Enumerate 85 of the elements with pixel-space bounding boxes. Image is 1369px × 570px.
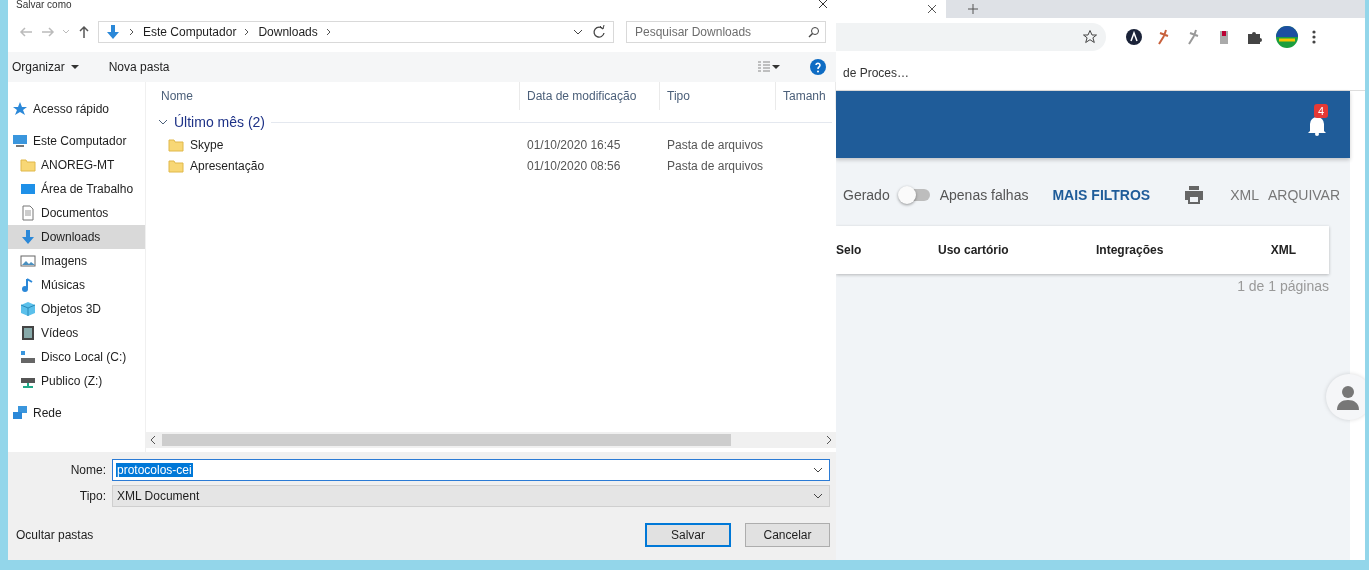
caret-icon (70, 64, 79, 70)
menu-icon (1312, 29, 1316, 45)
caret-icon (772, 64, 780, 70)
caret-icon (62, 28, 70, 36)
sidebar-item[interactable]: Acesso rápido (8, 97, 145, 121)
caret-icon (813, 493, 823, 499)
sidebar-item[interactable]: Este Computador (8, 129, 145, 153)
sidebar-item[interactable]: Documentos (8, 201, 145, 225)
sidebar-item[interactable]: Músicas (8, 273, 145, 297)
desktop-icon (20, 181, 36, 197)
group-heading[interactable]: Último mês (2) (174, 114, 265, 130)
save-button[interactable]: Salvar (645, 523, 731, 547)
sidebar-item[interactable]: Objetos 3D (8, 297, 145, 321)
column-header[interactable]: Integrações (1096, 243, 1164, 257)
profile-logo-icon (1276, 26, 1298, 48)
chevron-icon (244, 28, 251, 36)
file-row[interactable]: Skype 01/10/2020 16:45 Pasta de arquivos (146, 134, 836, 155)
printer-icon (1184, 185, 1205, 205)
cancel-button[interactable]: Cancelar (745, 523, 830, 547)
sidebar-item[interactable]: Imagens (8, 249, 145, 273)
network-icon (12, 405, 28, 421)
chevron-icon (325, 28, 332, 36)
more-filters-button[interactable]: MAIS FILTROS (1052, 187, 1151, 203)
help-icon (810, 59, 826, 75)
field-label: Nome: (69, 463, 107, 477)
column-header[interactable]: XML (1270, 243, 1329, 257)
search-field[interactable]: Pesquisar Downloads (626, 21, 826, 43)
address-bar[interactable]: Este Computador Downloads (98, 21, 614, 43)
column-header[interactable]: Nome (154, 82, 520, 110)
plus-icon (968, 4, 978, 14)
refresh-icon (591, 24, 607, 40)
sidebar-item[interactable]: Vídeos (8, 321, 145, 345)
chevron-icon (129, 28, 135, 36)
breadcrumb-item[interactable]: Este Computador (143, 25, 237, 39)
column-header[interactable]: Uso cartório (938, 243, 1009, 257)
user-button[interactable] (1326, 374, 1365, 420)
folder-icon (168, 157, 184, 174)
file-type-dropdown[interactable]: XML Document (112, 485, 830, 507)
close-icon (818, 0, 828, 8)
filename-field[interactable]: protocolos-cei (112, 459, 830, 481)
view-options-icon (756, 59, 772, 75)
star-icon (12, 101, 28, 117)
hide-folders-link[interactable]: Ocultar pastas (16, 528, 94, 542)
document-icon (20, 205, 36, 221)
breadcrumb-item[interactable]: Downloads (258, 25, 318, 39)
column-header[interactable]: Data de modificação (520, 82, 660, 110)
puzzle-icon (1246, 29, 1262, 45)
sidebar-item[interactable]: Área de Trabalho (8, 177, 145, 201)
field-label: Tipo: (78, 489, 107, 503)
filter-label: Gerado (843, 187, 890, 203)
sidebar-item[interactable]: Disco Local (C:) (8, 345, 145, 369)
address-bar[interactable] (836, 23, 1106, 51)
caret-icon (813, 467, 823, 473)
sidebar-item[interactable]: Downloads (8, 225, 145, 249)
caret-icon (573, 28, 583, 36)
sidebar-item[interactable]: Rede (8, 401, 145, 425)
drive-icon (20, 349, 36, 365)
extension-icon (1126, 29, 1142, 45)
column-header[interactable]: Selo (836, 243, 862, 257)
organize-button[interactable]: Organizar (8, 60, 83, 74)
folder-icon (20, 157, 36, 173)
user-silhouette-icon (1336, 384, 1360, 410)
pagination-text: 1 de 1 páginas (1237, 278, 1329, 294)
folder-icon (168, 136, 184, 153)
close-icon (928, 5, 936, 13)
column-header[interactable]: Tipo (660, 82, 776, 110)
action-button[interactable]: XML (1230, 187, 1259, 203)
action-button[interactable]: ARQUIVAR (1267, 187, 1341, 203)
download-arrow-icon (105, 24, 121, 40)
toggle-switch[interactable] (897, 186, 930, 204)
sidebar-item[interactable]: ANOREG-MT (8, 153, 145, 177)
image-icon (20, 253, 36, 269)
toggle-label: Apenas falhas (939, 187, 1029, 203)
star-outline-icon (1082, 29, 1098, 45)
file-row[interactable]: Apresentação 01/10/2020 08:56 Pasta de arquivos (146, 155, 836, 176)
bookmark-link[interactable]: de Proces… (843, 66, 910, 80)
film-icon (20, 325, 36, 341)
download-arrow-icon (20, 229, 36, 245)
search-icon (808, 26, 820, 38)
cube-icon (20, 301, 36, 317)
computer-icon (12, 133, 28, 149)
sidebar-item[interactable]: Publico (Z:) (8, 369, 145, 393)
notification-badge: 4 (1314, 103, 1329, 118)
new-folder-button[interactable]: Nova pasta (104, 60, 174, 74)
dialog-title: Salvar como (16, 0, 72, 10)
